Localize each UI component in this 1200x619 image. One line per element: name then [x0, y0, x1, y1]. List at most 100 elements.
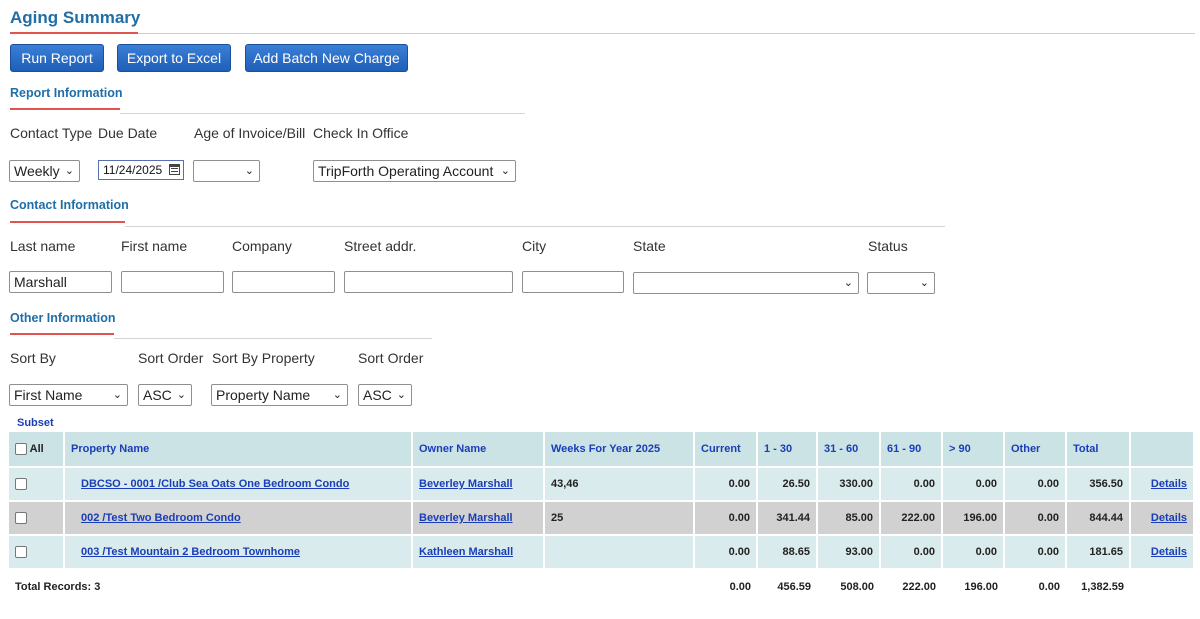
- calendar-icon[interactable]: [169, 164, 180, 175]
- chevron-down-icon: ⌄: [332, 388, 342, 401]
- details-link[interactable]: Details: [1151, 512, 1187, 524]
- street-addr-label: Street addr.: [344, 238, 417, 254]
- col-other[interactable]: Other: [1004, 432, 1067, 468]
- owner-link[interactable]: Kathleen Marshall: [419, 546, 513, 558]
- current-cell: 0.00: [694, 467, 758, 502]
- street-addr-input[interactable]: [344, 271, 513, 293]
- chevron-down-icon: ⌄: [919, 276, 929, 289]
- d31-60-cell: 93.00: [817, 535, 881, 570]
- d1-30-cell: 88.65: [757, 535, 818, 570]
- subset-label: Subset: [17, 417, 54, 429]
- over-90-cell: 196.00: [942, 501, 1005, 536]
- status-label: Status: [868, 238, 908, 254]
- other-cell: 0.00: [1004, 535, 1067, 570]
- age-invoice-label: Age of Invoice/Bill: [194, 125, 306, 141]
- page-title: Aging Summary: [10, 8, 141, 27]
- current-cell: 0.00: [694, 535, 758, 570]
- total-31-60: 508.00: [817, 569, 880, 603]
- row-checkbox[interactable]: [15, 512, 27, 525]
- due-date-input[interactable]: 11/24/2025: [98, 160, 184, 180]
- col-details: [1130, 432, 1195, 468]
- col-current[interactable]: Current: [694, 432, 758, 468]
- chevron-down-icon: ⌄: [396, 388, 406, 401]
- report-info-divider: [120, 113, 525, 114]
- d1-30-cell: 341.44: [757, 501, 818, 536]
- contact-info-divider: [125, 226, 945, 227]
- add-batch-charge-button[interactable]: Add Batch New Charge: [245, 44, 408, 72]
- d31-60-cell: 330.00: [817, 467, 881, 502]
- contact-type-select[interactable]: Weekly ⌄: [9, 160, 80, 182]
- total-over-90: 196.00: [942, 569, 1004, 603]
- other-info-heading: Other Information: [10, 311, 116, 325]
- check-in-office-value: TripForth Operating Account: [318, 163, 494, 179]
- select-all-header: All: [9, 432, 65, 468]
- status-select[interactable]: ⌄: [867, 272, 935, 294]
- city-label: City: [522, 238, 547, 254]
- over-90-cell: 0.00: [942, 467, 1005, 502]
- sort-by-property-select[interactable]: Property Name ⌄: [211, 384, 348, 406]
- chevron-down-icon: ⌄: [500, 164, 510, 177]
- sort-order-select[interactable]: ASC ⌄: [138, 384, 192, 406]
- other-info-divider: [114, 338, 432, 339]
- sort-order-value: ASC: [143, 387, 172, 403]
- row-checkbox[interactable]: [15, 478, 27, 491]
- chevron-down-icon: ⌄: [843, 276, 853, 289]
- table-row: 002 /Test Two Bedroom Condo Beverley Mar…: [9, 501, 1195, 536]
- state-select[interactable]: ⌄: [633, 272, 859, 294]
- title-underline: [10, 32, 138, 34]
- current-cell: 0.00: [694, 501, 758, 536]
- col-owner-name[interactable]: Owner Name: [412, 432, 545, 468]
- first-name-input[interactable]: [121, 271, 224, 293]
- details-link[interactable]: Details: [1151, 546, 1187, 558]
- col-31-60[interactable]: 31 - 60: [817, 432, 881, 468]
- d31-60-cell: 85.00: [817, 501, 881, 536]
- report-info-underline: [10, 108, 120, 110]
- other-cell: 0.00: [1004, 501, 1067, 536]
- owner-link[interactable]: Beverley Marshall: [419, 478, 513, 490]
- sort-by-select[interactable]: First Name ⌄: [9, 384, 128, 406]
- total-other: 0.00: [1004, 569, 1066, 603]
- weeks-cell: [544, 535, 695, 570]
- d1-30-cell: 26.50: [757, 467, 818, 502]
- run-report-button[interactable]: Run Report: [10, 44, 104, 72]
- export-excel-button[interactable]: Export to Excel: [117, 44, 231, 72]
- col-weeks[interactable]: Weeks For Year 2025: [544, 432, 695, 468]
- last-name-input[interactable]: Marshall: [9, 271, 112, 293]
- property-link[interactable]: 002 /Test Two Bedroom Condo: [81, 512, 241, 524]
- col-total[interactable]: Total: [1066, 432, 1131, 468]
- col-61-90[interactable]: 61 - 90: [880, 432, 943, 468]
- totals-row: Total Records: 3 0.00 456.59 508.00 222.…: [9, 569, 1194, 603]
- sort-order-2-label: Sort Order: [358, 350, 424, 366]
- col-over-90[interactable]: > 90: [942, 432, 1005, 468]
- sort-order-2-select[interactable]: ASC ⌄: [358, 384, 412, 406]
- property-link[interactable]: DBCSO - 0001 /Club Sea Oats One Bedroom …: [81, 478, 349, 490]
- city-input[interactable]: [522, 271, 624, 293]
- sort-by-value: First Name: [14, 387, 83, 403]
- contact-info-heading: Contact Information: [10, 198, 129, 212]
- chevron-down-icon: ⌄: [244, 164, 254, 177]
- total-cell: 181.65: [1066, 535, 1131, 570]
- col-1-30[interactable]: 1 - 30: [757, 432, 818, 468]
- total-cell: 356.50: [1066, 467, 1131, 502]
- state-label: State: [633, 238, 666, 254]
- contact-type-value: Weekly: [14, 163, 60, 179]
- row-checkbox[interactable]: [15, 546, 27, 559]
- totals-spacer: [1130, 569, 1194, 603]
- col-property-name[interactable]: Property Name: [64, 432, 413, 468]
- d61-90-cell: 0.00: [880, 467, 943, 502]
- owner-link[interactable]: Beverley Marshall: [419, 512, 513, 524]
- total-61-90: 222.00: [880, 569, 942, 603]
- company-input[interactable]: [232, 271, 335, 293]
- contact-type-label: Contact Type: [10, 125, 93, 141]
- other-cell: 0.00: [1004, 467, 1067, 502]
- title-divider: [138, 33, 1195, 34]
- select-all-checkbox[interactable]: [15, 443, 27, 456]
- details-link[interactable]: Details: [1151, 478, 1187, 490]
- d61-90-cell: 0.00: [880, 535, 943, 570]
- check-in-office-select[interactable]: TripForth Operating Account ⌄: [313, 160, 516, 182]
- aging-table: All Property Name Owner Name Weeks For Y…: [9, 432, 1195, 603]
- table-header-row: All Property Name Owner Name Weeks For Y…: [9, 432, 1195, 468]
- age-invoice-select[interactable]: ⌄: [193, 160, 260, 182]
- over-90-cell: 0.00: [942, 535, 1005, 570]
- property-link[interactable]: 003 /Test Mountain 2 Bedroom Townhome: [81, 546, 300, 558]
